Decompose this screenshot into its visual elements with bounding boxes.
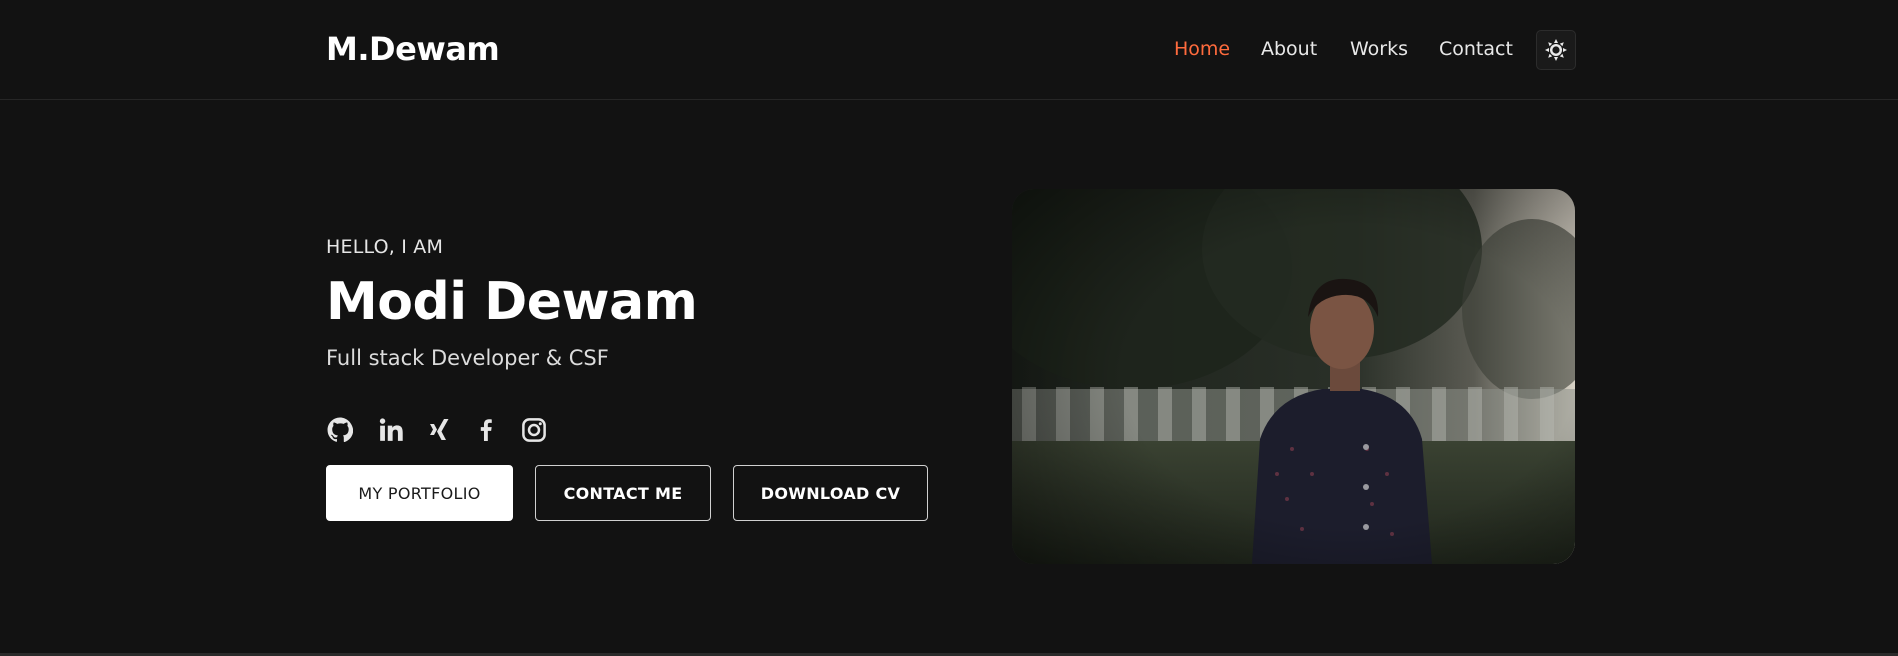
hero-greeting: HELLO, I AM xyxy=(326,236,444,258)
hero-role: Full stack Developer & CSF xyxy=(326,346,609,370)
nav-link-contact[interactable]: Contact xyxy=(1439,38,1513,60)
theme-toggle-button[interactable] xyxy=(1536,30,1576,70)
portrait-image xyxy=(1012,189,1575,564)
site-header: M.Dewam Home About Works Contact xyxy=(0,0,1898,100)
hero-name: Modi Dewam xyxy=(326,272,698,332)
nav-link-about[interactable]: About xyxy=(1261,38,1317,60)
portrait-photo xyxy=(1012,189,1575,564)
site-logo[interactable]: M.Dewam xyxy=(326,30,500,68)
download-cv-button[interactable]: DOWNLOAD CV xyxy=(733,465,928,521)
facebook-icon[interactable] xyxy=(472,416,500,444)
contact-me-button[interactable]: CONTACT ME xyxy=(535,465,711,521)
hero-intro: HELLO, I AM Modi Dewam Full stack Develo… xyxy=(326,236,946,521)
linkedin-icon[interactable] xyxy=(377,416,405,444)
xing-icon[interactable] xyxy=(426,416,454,444)
nav-link-home[interactable]: Home xyxy=(1174,38,1230,60)
my-portfolio-button[interactable]: MY PORTFOLIO xyxy=(326,465,513,521)
instagram-icon[interactable] xyxy=(520,416,548,444)
sun-icon xyxy=(1545,39,1567,61)
nav-link-works[interactable]: Works xyxy=(1350,38,1408,60)
github-icon[interactable] xyxy=(326,416,354,444)
